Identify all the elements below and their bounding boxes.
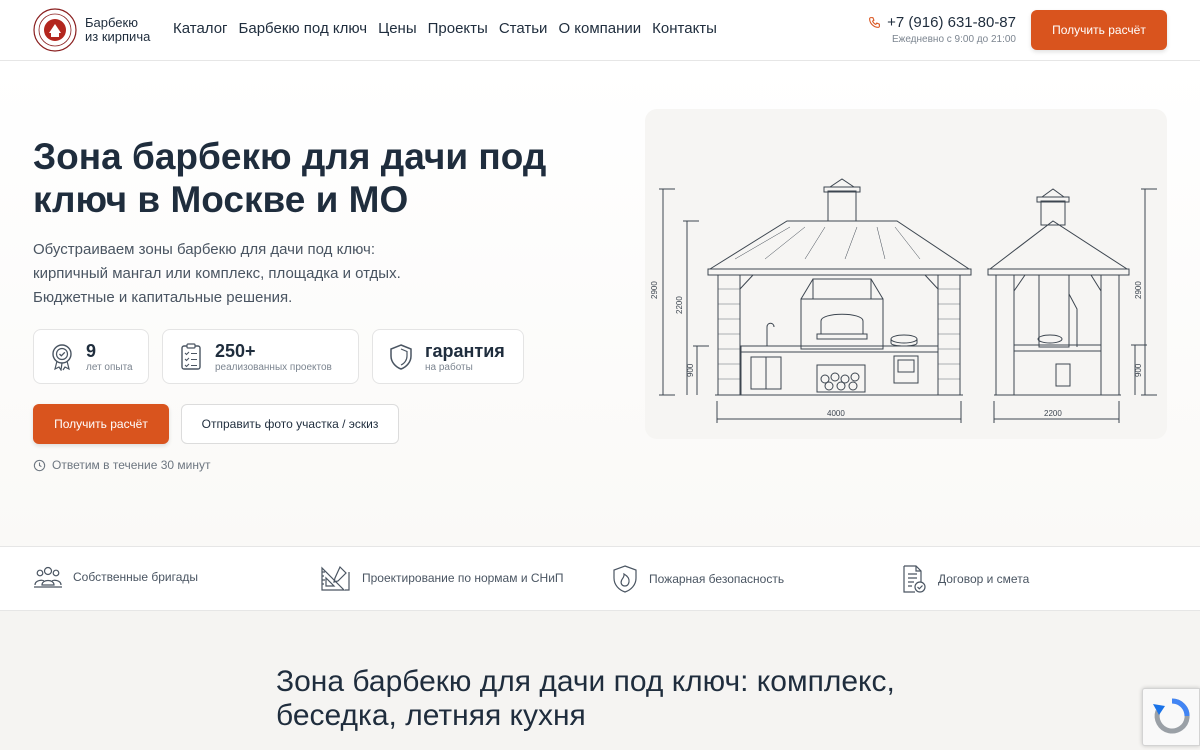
nav-item-projects[interactable]: Проекты xyxy=(428,20,488,37)
section-title-line-1: Зона барбекю для дачи под ключ: комплекс… xyxy=(276,665,895,698)
feature-fire-safety: Пожарная безопасность xyxy=(611,564,784,594)
brand-line-1: Барбекю xyxy=(85,15,138,30)
header-get-quote-button[interactable]: Получить расчёт xyxy=(1031,10,1167,50)
company-logo-icon[interactable] xyxy=(33,8,77,52)
response-note: Ответим в течение 30 минут xyxy=(33,458,211,472)
stat-projects: 250+ реализованных проектов xyxy=(162,329,359,384)
feature-contract-label: Договор и смета xyxy=(938,572,1030,586)
dim-right-counter-height: 900 xyxy=(1134,363,1143,377)
recaptcha-badge[interactable] xyxy=(1142,688,1200,746)
stat-warranty: гарантия на работы xyxy=(372,329,524,384)
phone-number: +7 (916) 631-80-87 xyxy=(887,14,1016,31)
site-header: Барбекю из кирпича Каталог Барбекю под к… xyxy=(0,0,1200,61)
lead-line-3: Бюджетные и капитальные решения. xyxy=(33,289,293,306)
nav-item-prices[interactable]: Цены xyxy=(378,20,417,37)
checklist-icon xyxy=(181,343,201,370)
dim-left-counter-height: 900 xyxy=(686,363,695,377)
dim-left-width: 4000 xyxy=(827,409,845,418)
feature-own-teams-label: Собственные бригады xyxy=(73,570,199,584)
fire-shield-icon xyxy=(613,565,637,593)
send-photo-button[interactable]: Отправить фото участка / эскиз xyxy=(181,404,399,444)
feature-design-norms-label: Проектирование по нормам и СНиП xyxy=(362,571,564,585)
section-title-line-2: беседка, летняя кухня xyxy=(276,699,586,732)
working-hours: Ежедневно с 9:00 до 21:00 xyxy=(891,34,1016,45)
hero-lead: Обустраиваем зоны барбекю для дачи под к… xyxy=(33,238,453,310)
hero-get-quote-button[interactable]: Получить расчёт xyxy=(33,404,169,444)
blueprint-drawing: 2900 2200 900 4000 2900 900 2200 xyxy=(650,178,1157,423)
team-icon xyxy=(34,566,62,588)
stat-experience: 9 лет опыта xyxy=(33,329,149,384)
main-nav: Каталог Барбекю под ключ Цены Проекты Ст… xyxy=(173,20,717,37)
contact-block: +7 (916) 631-80-87 Ежедневно с 9:00 до 2… xyxy=(868,14,1016,45)
shield-icon xyxy=(390,344,412,370)
stat-projects-value: 250+ xyxy=(215,341,256,361)
lead-line-1: Обустраиваем зоны барбекю для дачи под к… xyxy=(33,241,375,258)
page-title: Зона барбекю для дачи под ключ в Москве … xyxy=(33,136,547,220)
stat-experience-value: 9 xyxy=(86,341,97,361)
feature-design-norms: Проектирование по нормам и СНиП xyxy=(320,564,564,592)
feature-contract: Договор и смета xyxy=(900,564,1029,594)
nav-item-contacts[interactable]: Контакты xyxy=(652,20,717,37)
dim-left-total-height: 2900 xyxy=(650,281,659,299)
award-icon xyxy=(52,344,72,371)
stat-projects-label: реализованных проектов xyxy=(215,362,332,373)
brand-line-2: из кирпича xyxy=(85,29,151,44)
dim-left-inner-height: 2200 xyxy=(675,296,684,314)
features-strip: Собственные бригады Проектирование по но… xyxy=(0,546,1200,611)
stat-experience-label: лет опыта xyxy=(86,362,133,373)
nav-item-catalog[interactable]: Каталог xyxy=(173,20,228,37)
recaptcha-icon xyxy=(1153,698,1190,734)
contract-icon xyxy=(903,565,926,593)
nav-item-articles[interactable]: Статьи xyxy=(499,20,548,37)
bbq-pavilion-drawing: 2900 2200 900 4000 2900 900 2200 xyxy=(645,109,1167,439)
stat-warranty-value: гарантия xyxy=(425,341,505,361)
nav-item-bbq-turnkey[interactable]: Барбекю под ключ xyxy=(239,20,368,37)
lead-line-2: кирпичный мангал или комплекс, площадка … xyxy=(33,265,401,282)
phone-icon xyxy=(869,17,881,28)
feature-fire-safety-label: Пожарная безопасность xyxy=(649,572,785,586)
dim-right-width: 2200 xyxy=(1044,409,1062,418)
section-title: Зона барбекю для дачи под ключ: комплекс… xyxy=(276,665,956,733)
nav-item-about[interactable]: О компании xyxy=(558,20,641,37)
clock-icon xyxy=(33,459,46,471)
brand-name[interactable]: Барбекю из кирпича xyxy=(85,16,150,44)
response-note-text: Ответим в течение 30 минут xyxy=(52,458,211,472)
design-ruler-icon xyxy=(321,565,350,591)
dim-right-total-height: 2900 xyxy=(1134,281,1143,299)
feature-own-teams: Собственные бригады xyxy=(33,564,198,590)
stat-warranty-label: на работы xyxy=(425,362,473,373)
phone-link[interactable]: +7 (916) 631-80-87 xyxy=(868,14,1016,31)
